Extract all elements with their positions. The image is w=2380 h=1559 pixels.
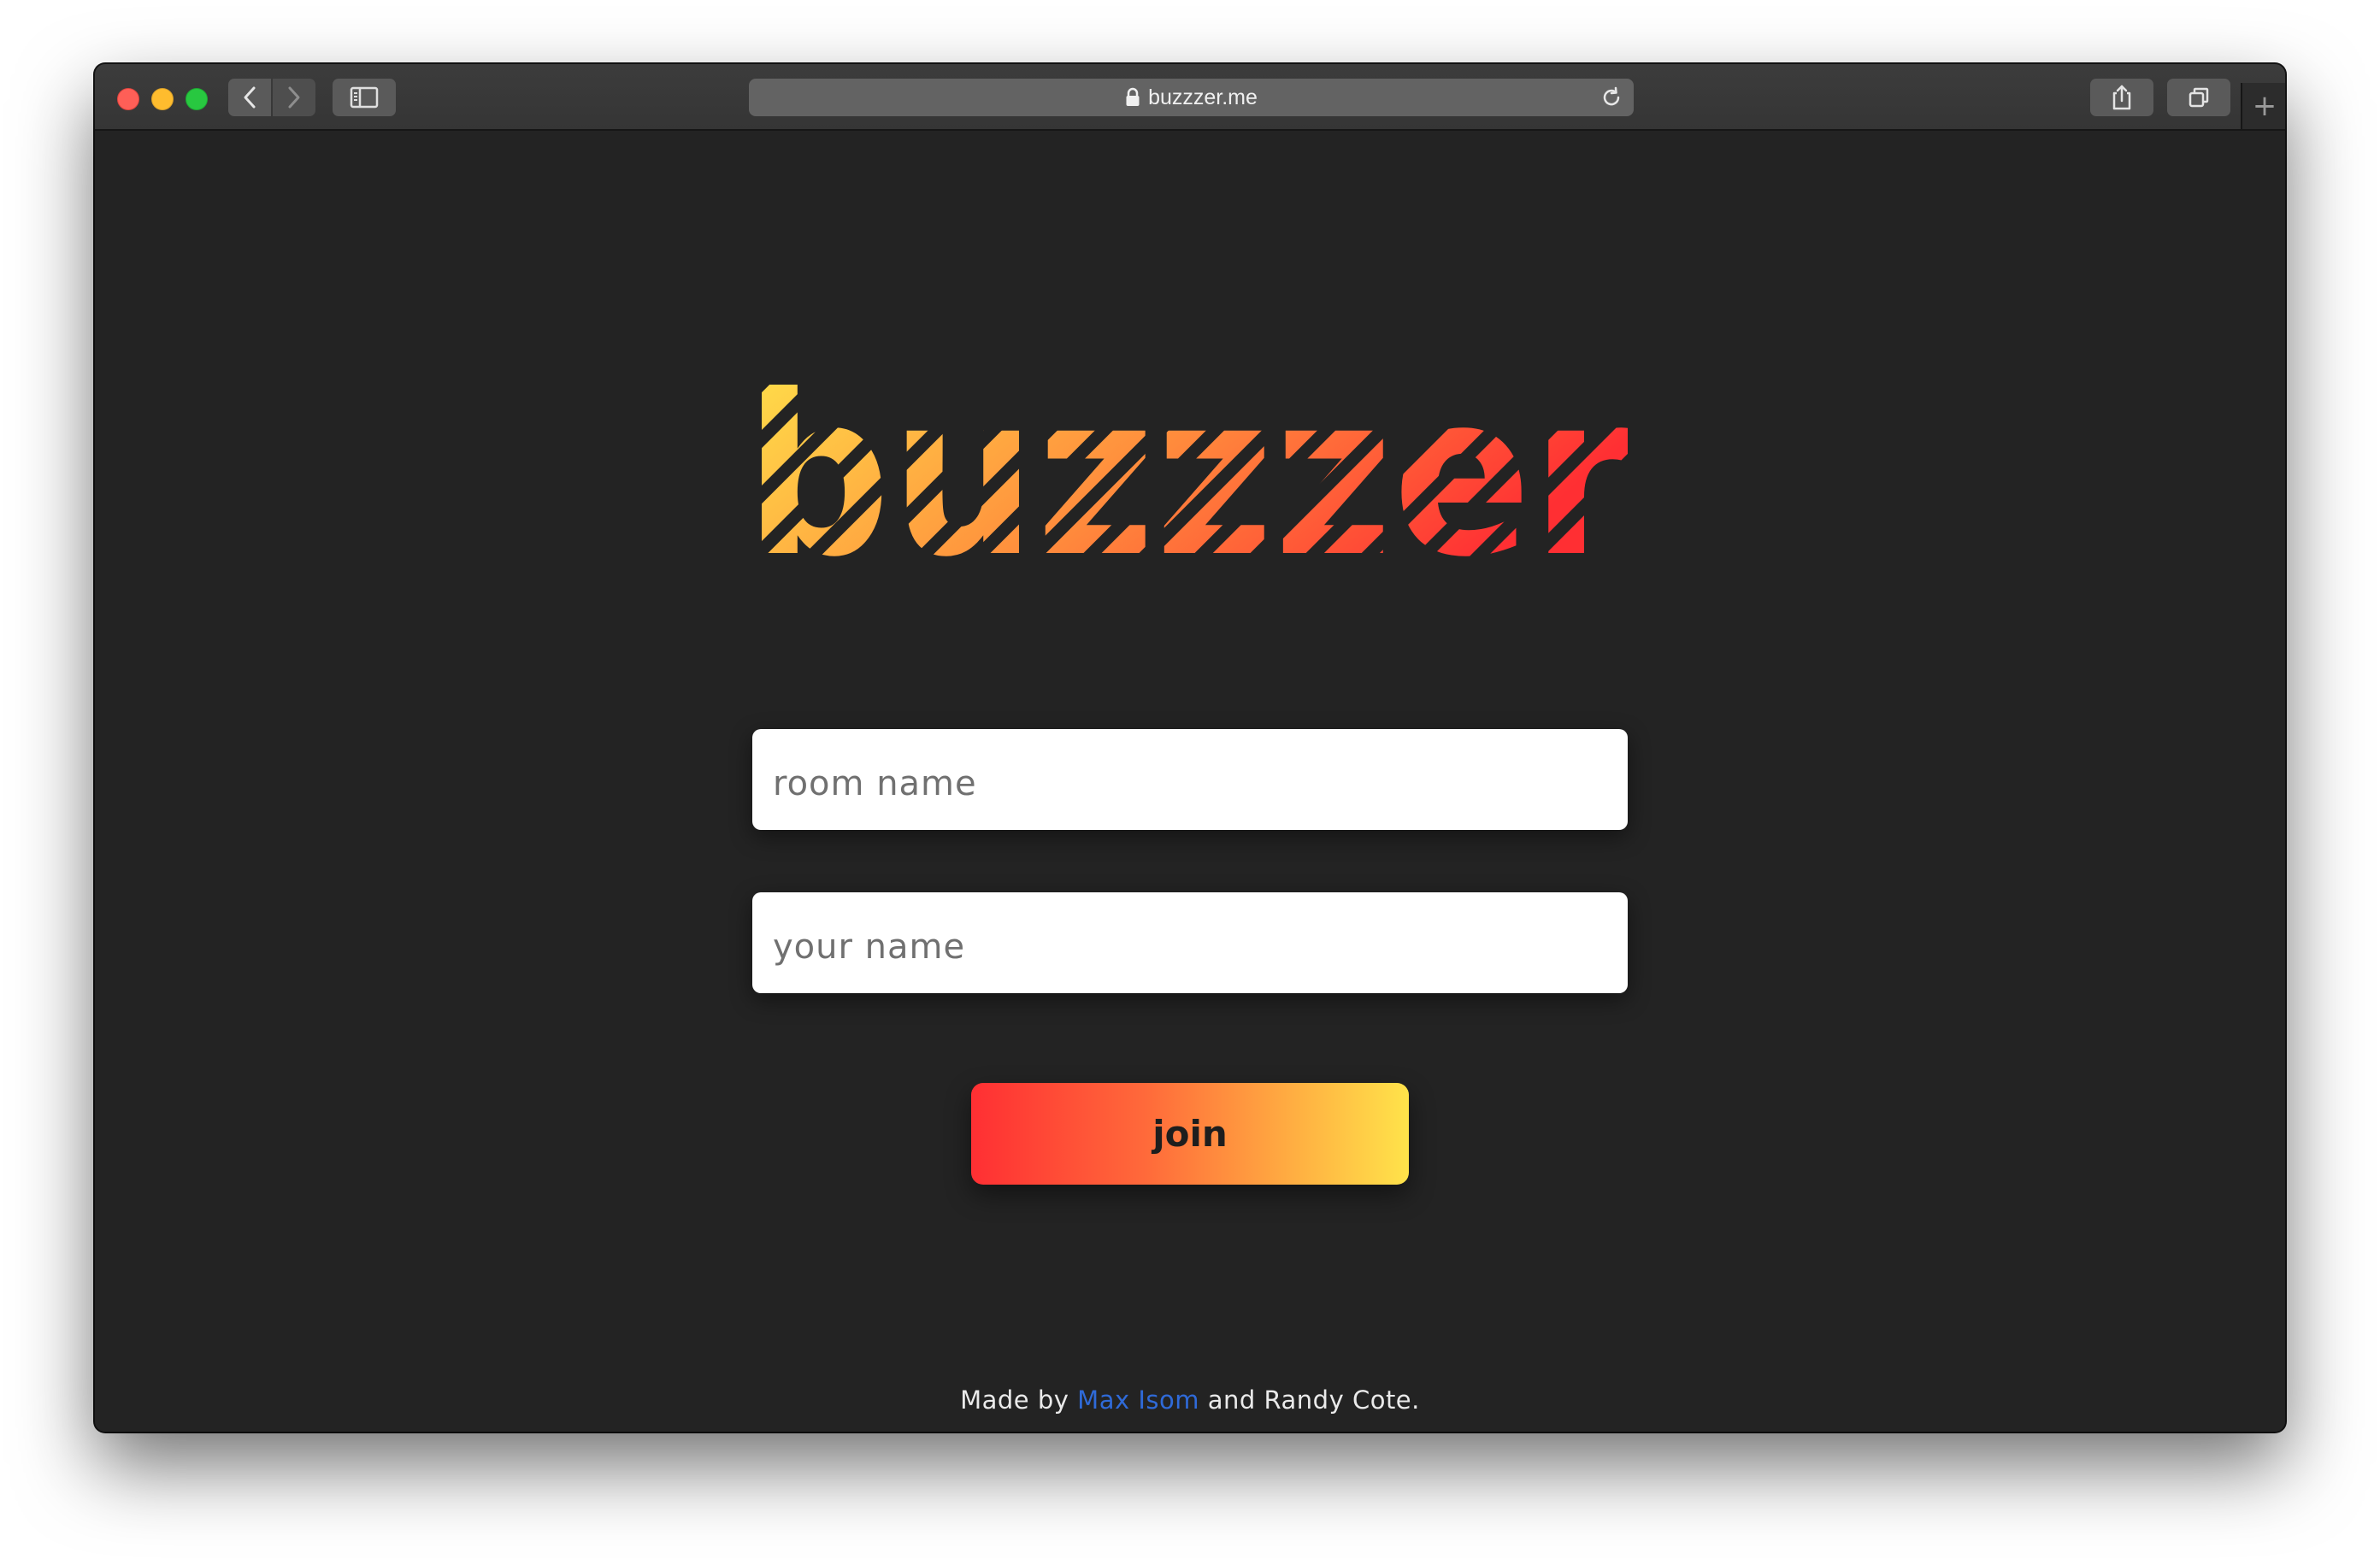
sidebar-icon	[350, 86, 379, 109]
reload-icon[interactable]	[1599, 85, 1623, 109]
join-button[interactable]: join	[971, 1083, 1409, 1185]
sidebar-toggle-button[interactable]	[333, 79, 396, 116]
close-window-button[interactable]	[117, 88, 139, 110]
new-tab-button[interactable]: +	[2241, 83, 2285, 129]
room-name-field[interactable]	[752, 729, 1628, 830]
footer-suffix: and Randy Cote.	[1199, 1385, 1420, 1415]
forward-button[interactable]	[273, 79, 315, 116]
minimize-window-button[interactable]	[151, 88, 174, 110]
footer-credits: Made by Max Isom and Randy Cote.	[95, 1385, 2285, 1415]
lock-icon	[1125, 87, 1140, 108]
chevron-right-icon	[288, 86, 300, 109]
share-button[interactable]	[2090, 79, 2153, 116]
chevron-left-icon	[244, 86, 256, 109]
share-icon	[2112, 85, 2131, 110]
footer-prefix: Made by	[960, 1385, 1078, 1415]
browser-window: buzzzer.me + room name your name join Ma…	[95, 64, 2285, 1432]
room-name-input[interactable]	[773, 764, 1607, 803]
tabs-icon	[2189, 87, 2209, 108]
url-text: buzzzer.me	[1148, 85, 1258, 109]
maximize-window-button[interactable]	[186, 88, 208, 110]
author-link-max-isom[interactable]: Max Isom	[1077, 1385, 1199, 1415]
your-name-input[interactable]	[773, 927, 1607, 967]
address-bar[interactable]: buzzzer.me	[749, 79, 1634, 116]
back-button[interactable]	[228, 79, 271, 116]
buzzzer-logo: buzzzer	[751, 385, 1628, 568]
tab-overview-button[interactable]	[2167, 79, 2230, 116]
page-content: buzzzer join Made by Max Isom and Randy …	[95, 131, 2285, 1432]
plus-icon: +	[2252, 89, 2277, 123]
browser-toolbar: buzzzer.me +	[95, 64, 2285, 131]
your-name-field[interactable]	[752, 892, 1628, 993]
